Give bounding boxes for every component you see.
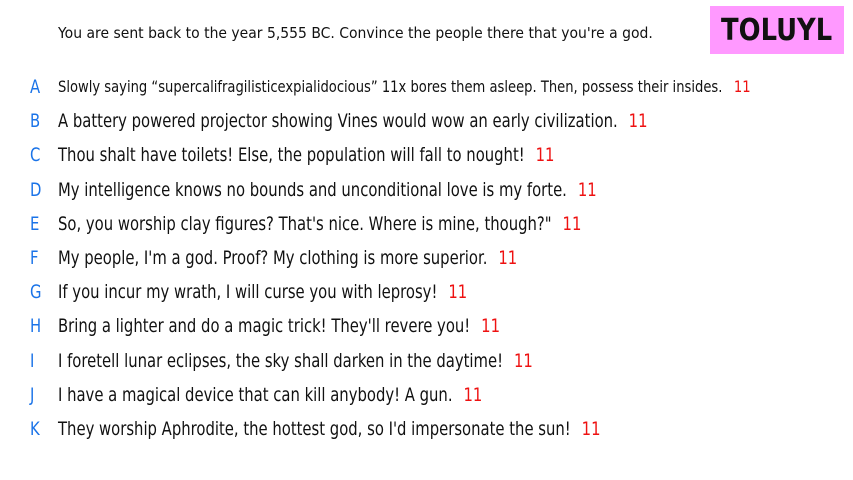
answer-score: 11 (463, 383, 483, 406)
answer-letter: D (30, 178, 42, 201)
answer-letter: G (30, 281, 42, 304)
answer-body: I have a magical device that can kill an… (58, 380, 482, 410)
answer-body: Bring a lighter and do a magic trick! Th… (58, 311, 500, 341)
answer-score: 11 (513, 349, 533, 372)
answer-score: 11 (562, 212, 582, 235)
answer-score: 11 (628, 110, 648, 133)
answer-score: 11 (481, 315, 501, 338)
answer-letter: E (30, 212, 40, 235)
answer-letter: I (30, 349, 35, 372)
answer-letter: J (30, 383, 35, 406)
answer-text: I have a magical device that can kill an… (58, 383, 453, 406)
answer-body: A battery powered projector showing Vine… (58, 106, 648, 136)
answer-letter: A (30, 76, 41, 98)
answer-body: My people, I'm a god. Proof? My clothing… (58, 243, 517, 273)
answer-letter: C (30, 144, 41, 167)
answer-text: My intelligence knows no bounds and unco… (58, 178, 567, 201)
player-name-badge: TOLUYL (710, 6, 844, 54)
answer-text: My people, I'm a god. Proof? My clothing… (58, 247, 488, 269)
answer-score: 11 (733, 77, 751, 96)
answer-letter: F (30, 247, 39, 269)
answer-body: They worship Aphrodite, the hottest god,… (58, 414, 601, 444)
answer-body: If you incur my wrath, I will curse you … (58, 277, 467, 307)
player-name-label: TOLUYL (721, 12, 833, 48)
answer-body: I foretell lunar eclipses, the sky shall… (58, 346, 533, 376)
answer-text: If you incur my wrath, I will curse you … (58, 281, 438, 304)
answer-letter: H (30, 315, 42, 338)
answer-score: 11 (498, 247, 518, 269)
answer-score: 11 (535, 144, 555, 167)
answer-text: A battery powered projector showing Vine… (58, 110, 618, 133)
answer-text: Thou shalt have toilets! Else, the popul… (58, 144, 525, 167)
answer-score: 11 (577, 178, 597, 201)
question-prompt: You are sent back to the year 5,555 BC. … (58, 24, 653, 42)
answer-score: 11 (581, 418, 601, 440)
answer-text: Bring a lighter and do a magic trick! Th… (58, 315, 471, 338)
answer-body: My intelligence knows no bounds and unco… (58, 175, 597, 205)
answer-score: 11 (448, 281, 468, 304)
answer-text: They worship Aphrodite, the hottest god,… (58, 418, 571, 440)
answer-body: Slowly saying “supercalifragilisticexpia… (58, 72, 751, 102)
answer-text: So, you worship clay figures? That's nic… (58, 212, 552, 235)
answer-letter: K (30, 418, 40, 440)
answer-text: I foretell lunar eclipses, the sky shall… (58, 349, 504, 372)
answer-text: Slowly saying “supercalifragilisticexpia… (58, 77, 723, 96)
answer-body: Thou shalt have toilets! Else, the popul… (58, 140, 554, 170)
answer-body: So, you worship clay figures? That's nic… (58, 209, 581, 239)
answer-letter: B (30, 110, 41, 133)
